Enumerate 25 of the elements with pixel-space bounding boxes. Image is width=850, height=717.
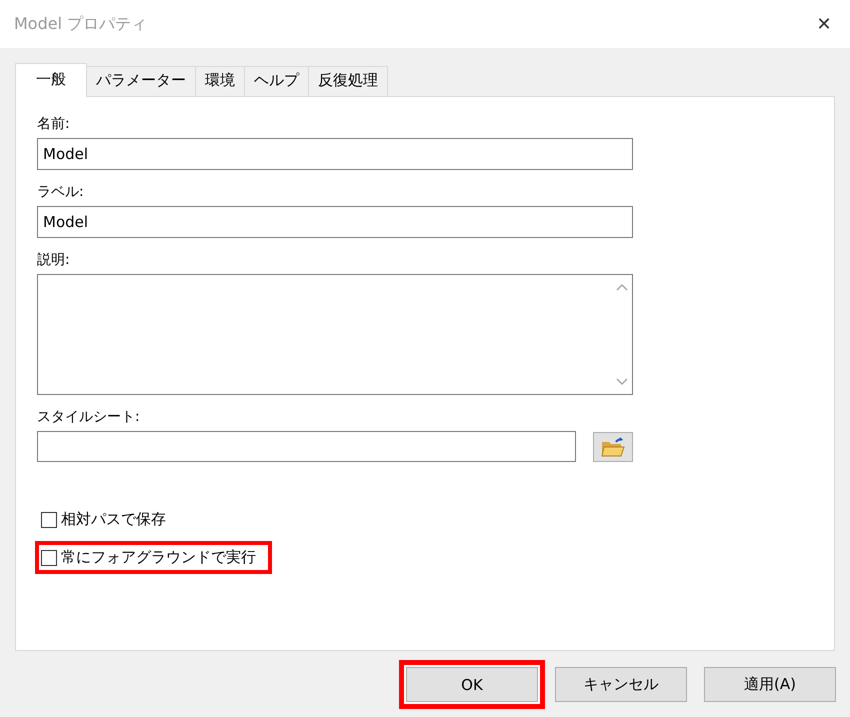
checkbox[interactable] xyxy=(41,512,57,528)
text-field[interactable]: Model xyxy=(37,138,633,170)
dialog-button[interactable]: 適用(A) xyxy=(704,667,836,702)
dialog-button[interactable]: OK xyxy=(406,667,538,702)
tab[interactable]: 反復処理 xyxy=(308,66,388,96)
dialog-button[interactable]: キャンセル xyxy=(555,667,687,702)
tab[interactable]: 一般 xyxy=(15,63,87,97)
checkbox[interactable] xyxy=(41,550,57,566)
description-field[interactable] xyxy=(37,274,633,395)
field-label: 説明: xyxy=(37,251,71,269)
checkbox-label: 常にフォアグラウンドで実行 xyxy=(61,548,256,567)
scroll-down-icon[interactable] xyxy=(616,378,628,386)
highlighted-checkbox-row[interactable]: 常にフォアグラウンドで実行 xyxy=(35,541,272,574)
close-button[interactable]: ✕ xyxy=(812,14,836,34)
checkbox-label: 相対パスで保存 xyxy=(61,510,166,529)
checkbox-row[interactable]: 相対パスで保存 xyxy=(35,503,178,536)
scroll-up-icon[interactable] xyxy=(616,283,628,291)
browse-button[interactable] xyxy=(593,432,633,462)
folder-icon xyxy=(600,436,626,458)
text-field[interactable]: Model xyxy=(37,206,633,238)
window-title: Model プロパティ xyxy=(14,14,148,34)
field-label: 名前: xyxy=(37,115,71,133)
field-label: ラベル: xyxy=(37,183,85,201)
stylesheet-field[interactable] xyxy=(37,431,576,462)
field-label: スタイルシート: xyxy=(37,408,141,426)
